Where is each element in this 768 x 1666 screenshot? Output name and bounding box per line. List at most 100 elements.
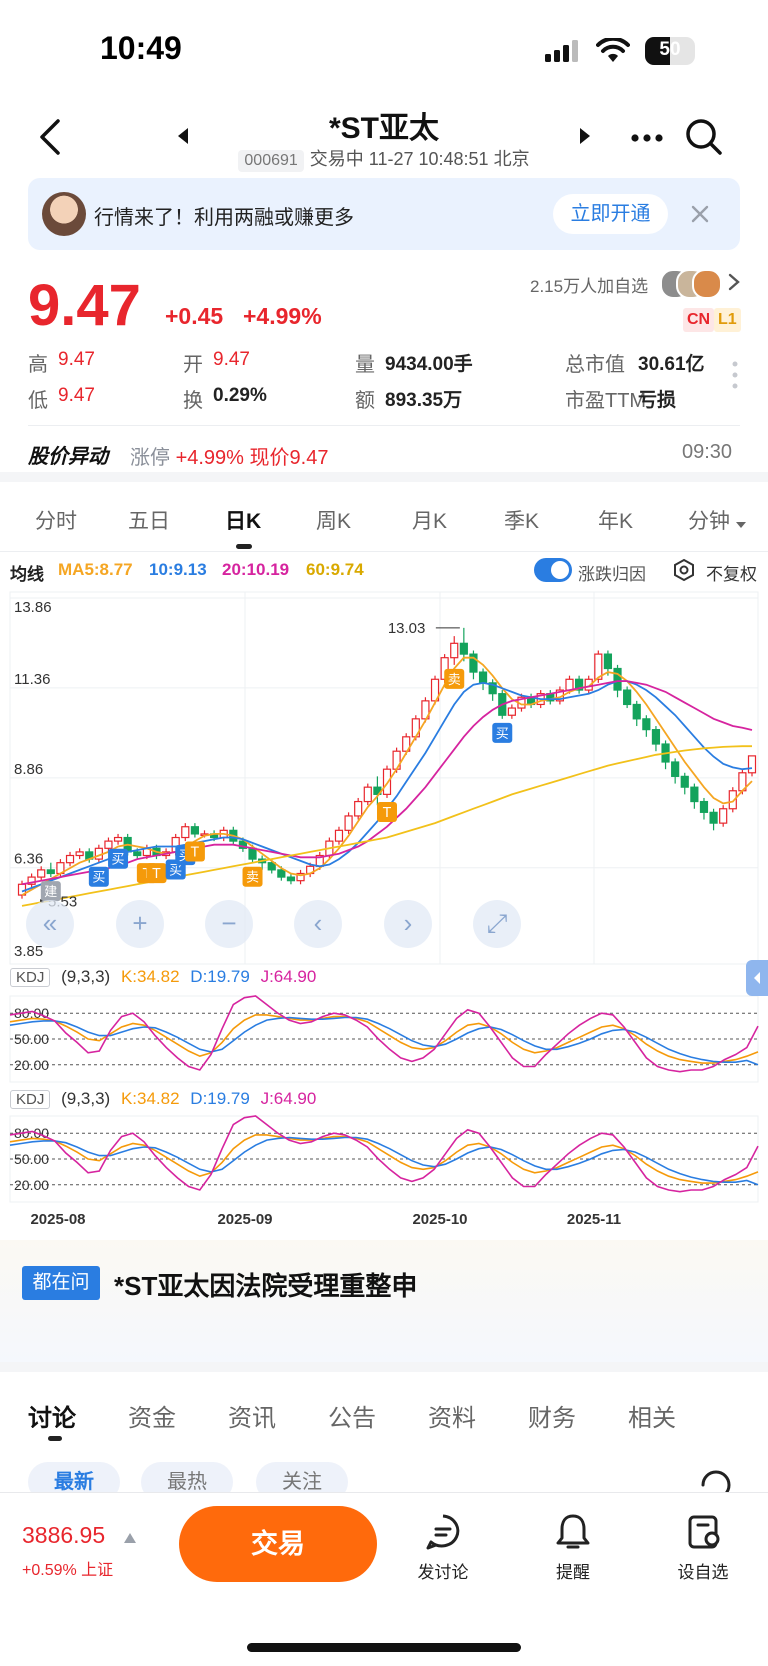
candle-body — [671, 761, 680, 777]
trade-button[interactable]: 交易 — [179, 1506, 377, 1582]
remind-label[interactable]: 提醒 — [528, 1558, 618, 1583]
bottom-tab[interactable]: 相关 — [628, 1398, 676, 1433]
kdj-line-j — [9, 1115, 759, 1193]
kdj-j: J:64.90 — [260, 967, 317, 986]
trade-marker-label: 买 — [92, 871, 105, 886]
trade-marker-label: T — [382, 806, 391, 821]
bottom-bar — [0, 1492, 768, 1666]
candle-body — [75, 851, 84, 857]
pan-right-icon[interactable]: › — [384, 900, 432, 948]
kdj-label[interactable]: KDJ — [10, 968, 51, 987]
candle-body — [344, 815, 353, 831]
candle-body — [632, 703, 641, 720]
candle-body — [613, 667, 622, 691]
bottom-tab[interactable]: 资金 — [128, 1398, 176, 1433]
candle-body — [459, 642, 468, 655]
candle-body — [603, 653, 613, 670]
trade-marker-label: 买 — [496, 727, 509, 742]
bottom-tab-indicator — [48, 1436, 62, 1441]
kdj-level-label: 20.00 — [14, 1057, 49, 1073]
candle-body — [478, 671, 488, 684]
news-tag: 都在问 — [22, 1266, 100, 1300]
home-indicator[interactable] — [247, 1643, 521, 1652]
y-tick-label: 6.36 — [14, 851, 43, 868]
trade-marker-label: 卖 — [246, 871, 259, 886]
candle-body — [565, 678, 574, 691]
candle-body — [363, 786, 372, 803]
zoom-in-icon[interactable]: + — [116, 900, 164, 948]
candle-body — [104, 840, 113, 849]
kdj-params: (9,3,3) — [61, 967, 111, 986]
index-change: +0.59% 上证 — [22, 1562, 114, 1579]
kdj-header-1[interactable]: KDJ (9,3,3) K:34.82 D:19.79 J:64.90 — [10, 967, 316, 987]
section-gap — [0, 1362, 768, 1372]
max-price-label: 13.03 — [388, 620, 426, 637]
candle-body — [334, 829, 344, 842]
kdj-d: D:19.79 — [190, 967, 250, 986]
candle-body — [113, 836, 123, 842]
x-tick-label: 2025-10 — [412, 1211, 467, 1228]
candle-body — [190, 826, 199, 835]
x-tick-label: 2025-08 — [30, 1211, 85, 1228]
candle-body — [680, 775, 689, 788]
candle-body — [286, 876, 296, 882]
candle-body — [623, 689, 632, 706]
discuss-label[interactable]: 发讨论 — [398, 1558, 488, 1583]
x-tick-label: 2025-09 — [217, 1211, 272, 1228]
trade-marker-label: T — [151, 867, 160, 882]
candle-body — [133, 851, 142, 857]
kdj-j: J:64.90 — [260, 1089, 317, 1108]
kdj-level-label: 50.00 — [14, 1151, 49, 1167]
bottom-tab[interactable]: 资讯 — [228, 1398, 276, 1433]
kdj-d: D:19.79 — [190, 1089, 250, 1108]
candle-body — [354, 800, 363, 817]
zoom-out-icon[interactable]: − — [205, 900, 253, 948]
candle-body — [507, 707, 516, 716]
add-watchlist-label[interactable]: 设自选 — [658, 1558, 748, 1583]
candle-body — [65, 854, 75, 864]
x-tick-label: 2025-11 — [567, 1211, 621, 1228]
trade-marker-label: 建 — [44, 885, 57, 900]
kdj-line-j — [9, 995, 759, 1073]
index-value[interactable]: 3886.95 — [22, 1522, 105, 1549]
trade-marker-label: 卖 — [448, 673, 461, 688]
kdj-label[interactable]: KDJ — [10, 1090, 51, 1109]
candle-body — [690, 786, 699, 803]
bottom-tab[interactable]: 资料 — [428, 1398, 476, 1433]
y-tick-label: 8.86 — [14, 761, 43, 778]
trade-marker-label: 买 — [112, 853, 125, 868]
candle-body — [277, 869, 286, 878]
candle-body — [46, 869, 55, 875]
candle-body — [37, 869, 46, 878]
candle-body — [642, 718, 651, 731]
up-arrow-icon — [124, 1530, 136, 1548]
candle-body — [719, 808, 728, 824]
candle-body — [699, 800, 709, 813]
kdj-header-2[interactable]: KDJ (9,3,3) K:34.82 D:19.79 J:64.90 — [10, 1089, 316, 1109]
collapse-icon[interactable]: « — [26, 900, 74, 948]
bottom-tab[interactable]: 财务 — [528, 1398, 576, 1433]
kdj-k: K:34.82 — [120, 967, 180, 986]
fullscreen-icon[interactable]: ⤢ — [473, 900, 521, 948]
candle-body — [382, 768, 392, 795]
bottom-tab[interactable]: 讨论 — [28, 1398, 76, 1433]
trade-marker-label: 买 — [169, 864, 182, 879]
bottom-tab[interactable]: 公告 — [328, 1398, 376, 1433]
add-watchlist-icon[interactable] — [686, 1513, 724, 1556]
kdj-level-label: 50.00 — [14, 1031, 49, 1047]
y-tick-label: 13.86 — [14, 599, 52, 616]
kdj-params: (9,3,3) — [61, 1089, 111, 1108]
y-tick-label: 11.36 — [14, 671, 50, 688]
news-headline[interactable]: *ST亚太因法院受理重整申 — [114, 1266, 417, 1303]
candle-body — [248, 847, 257, 860]
bell-icon[interactable] — [555, 1512, 591, 1557]
discuss-icon[interactable] — [424, 1513, 462, 1556]
side-expand-tab[interactable] — [746, 960, 768, 996]
candle-body — [747, 755, 757, 774]
kline-chart[interactable]: 13.8611.368.866.363.8513.035.53建买买TT买买T卖… — [0, 0, 768, 1240]
pan-left-icon[interactable]: ‹ — [294, 900, 342, 948]
kdj-k: K:34.82 — [120, 1089, 180, 1108]
kdj-level-label: 20.00 — [14, 1177, 49, 1193]
candle-body — [181, 826, 190, 839]
candle-body — [450, 642, 459, 659]
